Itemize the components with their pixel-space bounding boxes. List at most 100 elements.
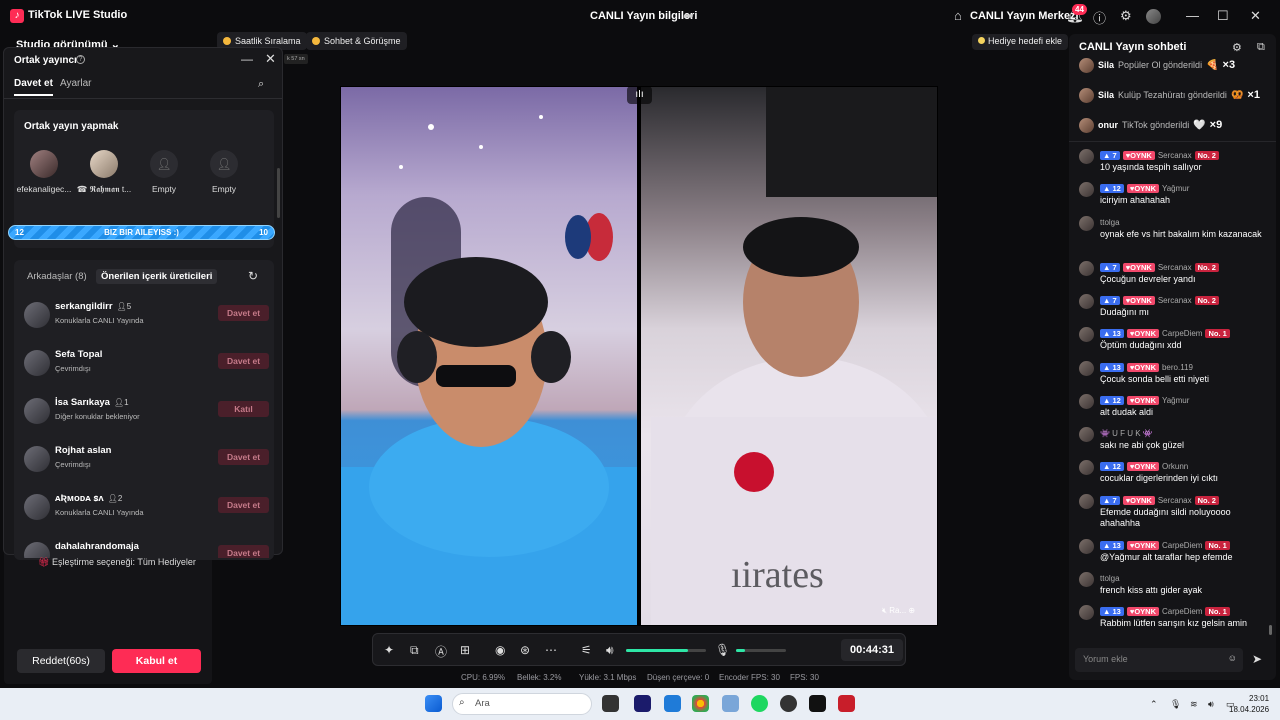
chat-username[interactable]: CarpeDiem [1162,541,1202,550]
avatar[interactable] [1079,393,1094,409]
popout-icon[interactable]: ⧉ [1257,41,1265,54]
chat-username[interactable]: ttolga [1100,574,1120,583]
avatar[interactable] [1079,149,1094,164]
media-player-icon[interactable] [838,695,855,712]
task-view-icon[interactable] [602,695,619,712]
chat-username[interactable]: Orkunn [1162,462,1188,471]
chat-username[interactable]: ttolga [1100,218,1120,227]
cohost-slot[interactable]: ☎ 𝕽𝖆𝖍𝖒𝖆𝖓 t... [74,150,134,195]
chat-meeting-button[interactable]: Sohbet & Görüşme [306,32,407,50]
chat-username[interactable]: CarpeDiem [1162,329,1202,338]
reject-button[interactable]: Reddet(60s) [17,649,105,673]
audio-indicator-icon[interactable]: ıIı [627,86,652,104]
cohost-slot[interactable]: 👤︎ Empty [134,150,194,194]
gift-user[interactable]: Sila [1098,90,1114,100]
matching-option[interactable]: 🎁︎ Eşleştirme seçeneği: Tüm Hediyeler [38,557,196,568]
close-icon[interactable]: ✕ [265,51,276,67]
invite-button[interactable]: Davet et [218,545,269,558]
avatar[interactable] [1079,605,1094,621]
tab-settings[interactable]: Ayarlar [60,78,92,89]
taskbar-search[interactable]: Ara [452,693,592,715]
after-effects-icon[interactable] [634,695,651,712]
avatar[interactable] [1079,327,1094,343]
outlook-icon[interactable] [664,695,681,712]
invite-button[interactable]: Davet et [218,497,269,513]
avatar[interactable] [1079,360,1094,376]
layout-icon[interactable]: ⧉ [410,643,419,658]
live-info-title[interactable]: CANLI Yayın bilgileri [590,10,697,22]
home-icon[interactable]: ⌂ [954,8,962,23]
avatar[interactable] [1146,9,1161,24]
chat-username[interactable]: Sercanax [1158,496,1192,505]
scrollbar[interactable] [277,168,280,218]
accept-button[interactable]: Kabul et [112,649,201,673]
add-source-icon[interactable]: ⊞ [460,643,470,657]
avatar[interactable] [1079,182,1094,198]
avatar[interactable] [1079,538,1094,554]
maximize-icon[interactable]: ☐ [1217,8,1229,24]
help-icon[interactable]: ⓘ [1093,8,1106,27]
minimize-icon[interactable]: — [241,52,253,66]
microphone-icon[interactable]: 🎙︎ [715,643,730,657]
close-icon[interactable]: ✕ [1250,8,1261,24]
invite-button[interactable]: Davet et [218,449,269,465]
cohost-slot[interactable]: efekanaligec... [14,150,74,194]
wifi-icon[interactable]: ≋ [1190,699,1198,710]
windows-start-icon[interactable] [425,695,442,712]
emoji-icon[interactable]: ☺ [1228,653,1237,663]
avatar[interactable] [1079,293,1094,309]
network-app-icon[interactable] [722,695,739,712]
chat-username[interactable]: Sercanax [1158,296,1192,305]
chat-username[interactable]: Yağmur [1162,396,1189,405]
send-icon[interactable]: ➤ [1252,652,1262,666]
system-clock[interactable]: 23:01 18.04.2026 [1229,693,1269,715]
avatar[interactable] [1079,460,1094,476]
live-center-link[interactable]: CANLI Yayın Merkezi [970,10,1079,22]
avatar[interactable] [1079,427,1094,443]
speaker-icon[interactable]: 🔊︎ [606,643,614,658]
invite-button[interactable]: Davet et [218,353,269,369]
invite-button[interactable]: Davet et [218,305,269,321]
help-icon[interactable]: ? [76,55,85,64]
microphone-icon[interactable]: 🎙︎ [1170,699,1181,710]
ai-icon[interactable]: Ⓐ [435,643,447,660]
avatar[interactable] [1079,260,1094,276]
scrollbar[interactable] [1269,625,1272,635]
chat-username[interactable]: CarpeDiem [1162,607,1202,616]
gear-icon[interactable]: ⚙ [1120,8,1132,24]
chat-username[interactable]: 👾 U F U K 👾 [1100,429,1153,438]
chrome-icon[interactable] [692,695,709,712]
gift-user[interactable]: Sila [1098,60,1114,70]
minimize-icon[interactable]: — [1186,8,1199,23]
friend-name: İsa Sarıkaya 👤︎1 [55,397,129,408]
chevron-up-icon[interactable]: ⌃ [1150,699,1158,710]
app-icon[interactable] [780,695,797,712]
chat-username[interactable]: Sercanax [1158,263,1192,272]
settings-sliders-icon[interactable]: ⚟ [581,643,592,657]
join-button[interactable]: Katıl [218,401,269,417]
share-icon[interactable]: ➦ [683,8,694,24]
magic-wand-icon[interactable]: ✦ [384,643,394,657]
volume-icon[interactable]: 🔊︎ [1208,699,1214,710]
tab-friends[interactable]: Arkadaşlar (8) [27,271,87,282]
tab-suggested-creators[interactable]: Önerilen içerik üreticileri [96,269,218,284]
chat-username[interactable]: Sercanax [1158,151,1192,160]
tab-invite[interactable]: Davet et [14,78,53,96]
record-icon[interactable]: ◉ [495,643,505,657]
chat-username[interactable]: bero.119 [1162,363,1193,372]
chat-username[interactable]: Yağmur [1162,184,1189,193]
tiktok-studio-taskbar-icon[interactable] [809,695,826,712]
more-icon[interactable]: ⋯ [545,643,557,657]
gift-user[interactable]: onur [1098,120,1118,130]
spotify-icon[interactable] [751,695,768,712]
comment-input[interactable]: Yorum ekle ☺ [1075,648,1243,672]
avatar[interactable] [1079,572,1094,587]
refresh-icon[interactable]: ↻ [248,269,258,283]
avatar[interactable] [1079,215,1094,231]
avatar[interactable] [1079,493,1094,509]
search-icon[interactable]: ⌕ [258,78,264,91]
capture-icon[interactable]: ⊛ [520,643,530,657]
gift-goal-button[interactable]: Hediye hedefi ekle [972,34,1069,50]
cohost-slot[interactable]: 👤︎ Empty [194,150,254,194]
gear-icon[interactable]: ⚙ [1232,41,1242,54]
